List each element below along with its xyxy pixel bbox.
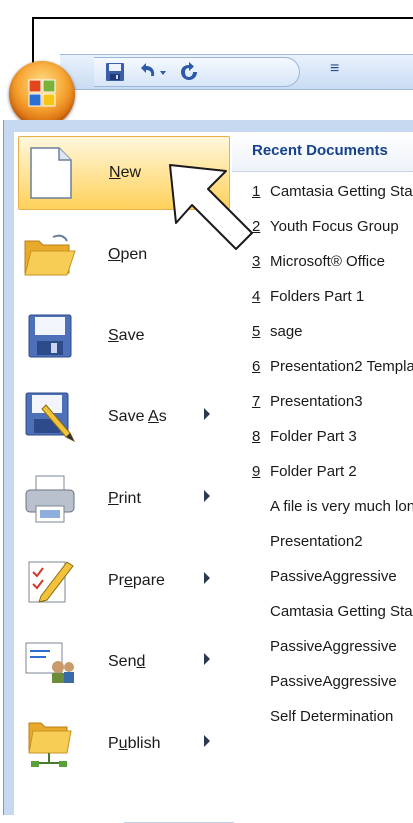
submenu-arrow-icon (204, 408, 210, 420)
menu-item-open[interactable]: Open (18, 218, 230, 292)
recent-item[interactable]: 3 Microsoft® Office (252, 250, 385, 274)
menu-item-label: New (109, 164, 142, 181)
menu-item-new[interactable]: New (18, 136, 230, 210)
menu-item-save-as[interactable]: Save As (18, 380, 230, 454)
recent-documents-header: Recent Documents (232, 132, 413, 172)
recent-item[interactable]: 9 Folder Part 2 (252, 460, 357, 484)
menu-item-label: Save (108, 327, 145, 344)
save-as-icon (22, 389, 78, 445)
recent-documents-pane: Recent Documents 1Camtasia Getting Start… (232, 132, 413, 815)
recent-item[interactable]: PassiveAggressive (252, 635, 397, 659)
recent-item[interactable]: 2 Youth Focus Group (252, 215, 399, 239)
submenu-arrow-icon (204, 653, 210, 665)
recent-item[interactable]: A file is very much longer (252, 495, 413, 519)
recent-item[interactable]: PassiveAggressive (252, 670, 397, 694)
new-document-icon (23, 145, 79, 201)
customize-dropdown-icon[interactable]: ≡ (330, 60, 339, 78)
menu-item-label: Print (108, 490, 141, 507)
submenu-arrow-icon (204, 572, 210, 584)
printer-icon (22, 471, 78, 527)
send-icon (22, 634, 78, 690)
submenu-arrow-icon (204, 735, 210, 747)
menu-item-label: Publish (108, 735, 161, 752)
recent-item[interactable]: 1Camtasia Getting Started (252, 180, 413, 204)
recent-item[interactable]: Camtasia Getting Started (252, 600, 413, 624)
redo-icon[interactable] (177, 61, 201, 83)
menu-item-send[interactable]: Send (18, 625, 230, 699)
office-menu: New Open Save Save As Print Prepare Send… (3, 120, 413, 823)
recent-item[interactable]: 7 Presentation3 (252, 390, 363, 414)
office-logo-icon (28, 79, 56, 107)
menu-item-label: Open (108, 246, 148, 263)
save-icon[interactable] (104, 61, 126, 83)
publish-icon (22, 716, 78, 772)
office-button[interactable] (9, 61, 75, 127)
prepare-icon (22, 553, 78, 609)
menu-item-print[interactable]: Print (18, 462, 230, 536)
quick-access-toolbar: ≡ (60, 54, 413, 90)
recent-item[interactable]: 6 Presentation2 Template (252, 355, 413, 379)
menu-item-prepare[interactable]: Prepare (18, 544, 230, 618)
undo-icon[interactable] (136, 61, 170, 83)
menu-item-label: Save As (108, 408, 167, 425)
recent-item[interactable]: 5 sage (252, 320, 303, 344)
recent-item[interactable]: 4 Folders Part 1 (252, 285, 364, 309)
save-disk-icon (22, 308, 78, 364)
open-folder-icon (22, 227, 78, 283)
menu-item-label: Send (108, 653, 146, 670)
menu-item-save[interactable]: Save (18, 299, 230, 373)
recent-item[interactable]: Presentation2 (252, 530, 363, 554)
recent-item[interactable]: 8 Folder Part 3 (252, 425, 357, 449)
recent-item[interactable]: PassiveAggressive (252, 565, 397, 589)
submenu-arrow-icon (204, 490, 210, 502)
recent-item[interactable]: Self Determination (252, 705, 393, 729)
menu-item-label: Prepare (108, 572, 165, 589)
menu-commands-pane: New Open Save Save As Print Prepare Send… (14, 132, 234, 823)
menu-item-publish[interactable]: Publish (18, 707, 230, 781)
